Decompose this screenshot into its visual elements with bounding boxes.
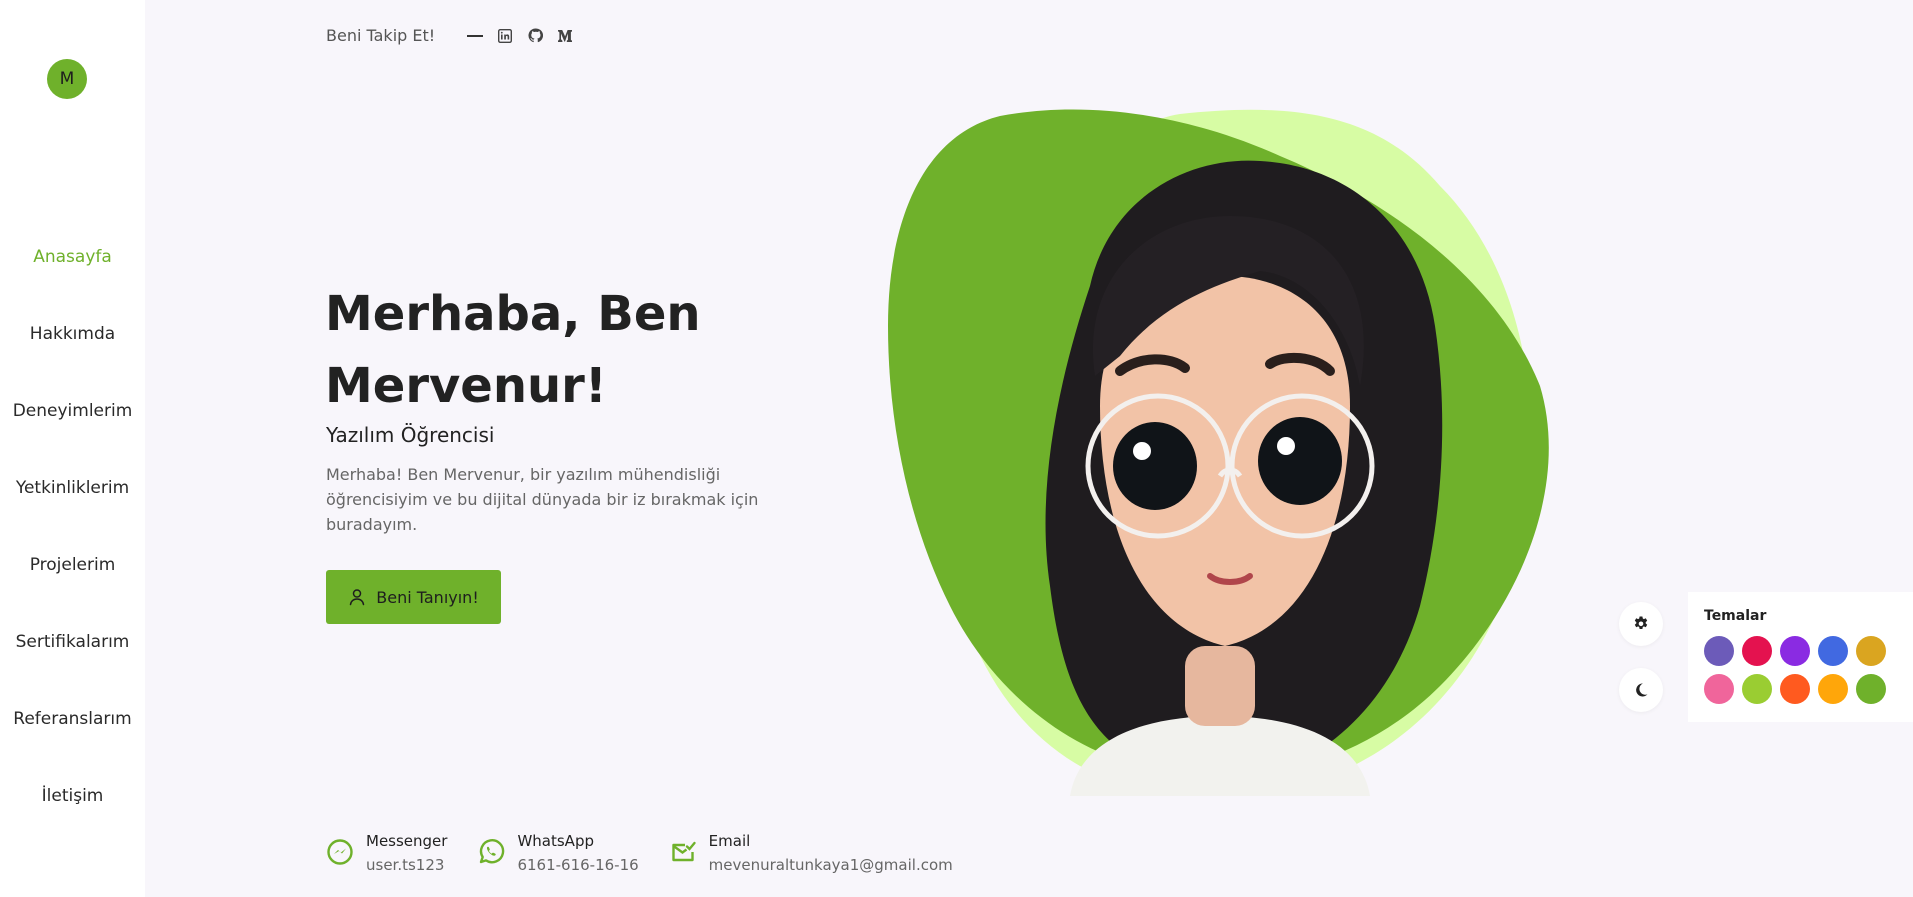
contact-value: mevenuraltunkaya1@gmail.com [708, 856, 953, 874]
linkedin-icon[interactable] [497, 28, 513, 44]
hero-title: Merhaba, Ben Mervenur! [325, 278, 845, 422]
settings-button[interactable] [1619, 602, 1663, 646]
theme-panel-title: Temalar [1704, 608, 1767, 624]
hero-title-line1: Merhaba, Ben [325, 286, 701, 342]
follow-bar: Beni Takip Et! [326, 26, 573, 45]
email-icon [671, 841, 696, 862]
theme-swatch[interactable] [1780, 674, 1810, 704]
nav-item-projelerim[interactable]: Projelerim [0, 526, 145, 603]
theme-swatch[interactable] [1856, 636, 1886, 666]
contact-value: 6161-616-16-16 [517, 856, 639, 874]
theme-swatch[interactable] [1742, 674, 1772, 704]
dark-mode-toggle[interactable] [1619, 668, 1663, 712]
get-to-know-me-button[interactable]: Beni Tanıyın! [326, 570, 501, 624]
follow-label: Beni Takip Et! [326, 26, 436, 45]
nav-item-deneyimlerim[interactable]: Deneyimlerim [0, 372, 145, 449]
medium-icon[interactable] [557, 28, 573, 44]
theme-swatch[interactable] [1742, 636, 1772, 666]
contact-value: user.ts123 [366, 856, 445, 874]
hero-description: Merhaba! Ben Mervenur, bir yazılım mühen… [326, 465, 759, 534]
main-nav: Anasayfa Hakkımda Deneyimlerim Yetkinlik… [0, 218, 145, 834]
theme-swatch[interactable] [1704, 636, 1734, 666]
hero-title-line2: Mervenur! [325, 358, 607, 414]
github-icon[interactable] [527, 28, 543, 44]
contact-list: Messenger user.ts123 WhatsApp 6161-616-1… [326, 832, 953, 874]
logo-avatar[interactable]: M [47, 59, 87, 99]
theme-swatch[interactable] [1780, 636, 1810, 666]
contact-messenger[interactable]: Messenger user.ts123 [326, 832, 447, 874]
contact-title: Messenger [366, 832, 448, 850]
nav-item-iletisim[interactable]: İletişim [0, 757, 145, 834]
nav-item-hakkimda[interactable]: Hakkımda [0, 295, 145, 372]
gear-icon [1634, 616, 1648, 629]
nav-item-referanslarim[interactable]: Referanslarım [0, 680, 145, 757]
hero-subtitle: Yazılım Öğrencisi [326, 423, 495, 447]
contact-email[interactable]: Email mevenuraltunkaya1@gmail.com [669, 832, 953, 874]
profile-illustration [888, 109, 1549, 796]
contact-title: Email [708, 832, 751, 850]
theme-panel: Temalar [1688, 592, 1913, 722]
nav-item-sertifikalarim[interactable]: Sertifikalarım [0, 603, 145, 680]
nav-item-anasayfa[interactable]: Anasayfa [0, 218, 145, 295]
messenger-icon [327, 839, 353, 865]
user-icon [350, 589, 365, 606]
theme-swatch[interactable] [1856, 674, 1886, 704]
moon-icon [1636, 683, 1648, 697]
theme-swatch[interactable] [1818, 674, 1848, 704]
theme-swatches [1704, 636, 1897, 704]
nav-item-yetkinliklerim[interactable]: Yetkinliklerim [0, 449, 145, 526]
divider [467, 34, 484, 37]
cta-label: Beni Tanıyın! [376, 587, 479, 607]
whatsapp-icon [480, 839, 505, 864]
theme-swatch[interactable] [1704, 674, 1734, 704]
contact-title: WhatsApp [517, 832, 594, 850]
contact-whatsapp[interactable]: WhatsApp 6161-616-16-16 [477, 832, 639, 874]
sidebar: M Anasayfa Hakkımda Deneyimlerim Yetkinl… [0, 0, 145, 897]
theme-swatch[interactable] [1818, 636, 1848, 666]
